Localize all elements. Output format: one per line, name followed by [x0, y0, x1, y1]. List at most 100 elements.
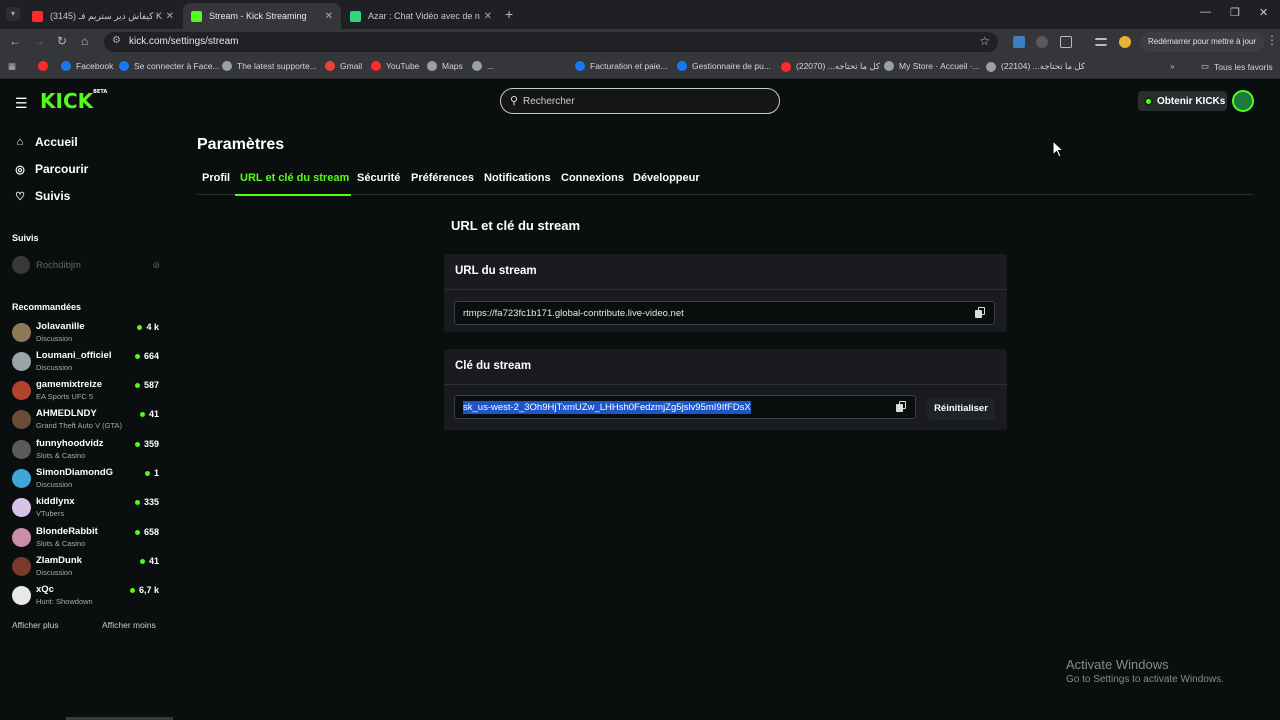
browser-tab-1[interactable]: (3145) كيفاش دير ستريم فـ Kick | ✕	[24, 3, 182, 29]
recommended-channel[interactable]: gamemixtreize EA Sports UFC 5 587	[12, 379, 160, 403]
youtube-icon	[38, 61, 48, 71]
close-tab-icon[interactable]: ✕	[166, 11, 174, 22]
avatar	[12, 256, 30, 274]
home-icon: ⌂	[16, 136, 24, 148]
close-tab-icon[interactable]: ✕	[325, 11, 333, 22]
forward-icon[interactable]: →	[33, 34, 45, 48]
show-more-link[interactable]: Afficher plus	[12, 620, 59, 630]
stream-key-value[interactable]: sk_us-west-2_3Oh9HjTxmUZw_LHHsh0FedzmjZg…	[463, 401, 751, 414]
live-dot-icon	[134, 441, 140, 447]
tab-title: (3145) كيفاش دير ستريم فـ Kick |	[50, 10, 162, 21]
sidebar-item-browse[interactable]: ◎ Parcourir	[13, 162, 88, 176]
browser-tab-3[interactable]: Azar : Chat Vidéo avec de nouv ✕	[342, 3, 500, 29]
recommended-channel[interactable]: xQc Hunt: Showdown 6,7 k	[12, 584, 160, 608]
sidebar-item-home[interactable]: ⌂ Accueil	[13, 135, 78, 149]
bookmark-item[interactable]: كل ما تحتاجه... (22070)	[781, 61, 880, 72]
tab-preferences[interactable]: Préférences	[411, 172, 474, 184]
recommended-channel[interactable]: AHMEDLNDY Grand Theft Auto V (GTA) 41	[12, 408, 160, 432]
extension-icon[interactable]	[1013, 36, 1025, 48]
live-dot-icon	[134, 499, 140, 505]
get-kicks-button[interactable]: Obtenir KICKs	[1138, 91, 1227, 111]
show-less-link[interactable]: Afficher moins	[102, 620, 156, 630]
tab-connections[interactable]: Connexions	[561, 172, 624, 184]
close-tab-icon[interactable]: ✕	[484, 11, 492, 22]
search-input[interactable]	[523, 93, 763, 109]
user-avatar[interactable]	[1232, 90, 1254, 112]
home-browser-icon[interactable]: ⌂	[81, 34, 88, 48]
section-title: URL et clé du stream	[451, 218, 581, 233]
reset-stream-key-button[interactable]: Réinitialiser	[927, 398, 995, 420]
stream-url-field[interactable]: rtmps://fa723fc1b171.global-contribute.l…	[454, 301, 995, 325]
globe-icon	[986, 61, 996, 72]
kick-favicon-icon	[191, 10, 202, 22]
bookmark-item[interactable]	[38, 61, 53, 71]
kick-logo[interactable]: KICKBETA	[40, 89, 107, 113]
close-window-icon[interactable]: ✕	[1259, 6, 1268, 19]
tab-security[interactable]: Sécurité	[357, 172, 400, 184]
tab-notifications[interactable]: Notifications	[484, 172, 551, 184]
search-bar[interactable]: ⚲	[500, 88, 780, 114]
copy-icon[interactable]	[896, 401, 907, 413]
card-title: Clé du stream	[444, 349, 1007, 385]
more-bookmarks-icon[interactable]: »	[1170, 61, 1175, 71]
recommended-channel[interactable]: funnyhoodvidz Slots & Casino 359	[12, 438, 160, 462]
channel-name: Loumani_officiel	[36, 350, 112, 361]
tab-stream-url-key[interactable]: URL et clé du stream	[240, 172, 349, 184]
bookmark-item[interactable]: كل ما تحتاجه... (22104)	[986, 61, 1085, 72]
bookmark-item[interactable]: Facturation et paie...	[575, 61, 668, 71]
tab-search-button[interactable]: ▾	[6, 7, 20, 21]
minimize-icon[interactable]: —	[1200, 6, 1211, 18]
address-bar[interactable]: ⚙ kick.com/settings/stream ☆	[104, 32, 998, 52]
bookmark-item[interactable]: Gmail	[325, 61, 362, 71]
bookmark-star-icon[interactable]: ☆	[979, 34, 990, 48]
bookmark-item[interactable]: Gestionnaire de pu...	[677, 61, 771, 71]
recommended-channel[interactable]: SimonDiamondG Discussion 1	[12, 467, 160, 491]
recommended-channel[interactable]: Jolavanille Discussion 4 k	[12, 321, 160, 345]
bookmark-item[interactable]: YouTube	[371, 61, 419, 71]
stream-url-value[interactable]: rtmps://fa723fc1b171.global-contribute.l…	[463, 308, 684, 319]
channel-category: VTubers	[36, 509, 65, 518]
profile-avatar-icon[interactable]	[1119, 36, 1131, 48]
bookmark-item[interactable]: My Store · Accueil ·...	[884, 61, 980, 71]
browser-menu-icon[interactable]: ⋮	[1266, 33, 1278, 47]
stream-key-field[interactable]: sk_us-west-2_3Oh9HjTxmUZw_LHHsh0FedzmjZg…	[454, 395, 916, 419]
apps-grid-icon[interactable]: ▦	[8, 61, 16, 72]
back-icon[interactable]: ←	[9, 34, 21, 48]
all-bookmarks-folder[interactable]: ▭ Tous les favoris	[1201, 61, 1273, 72]
recommended-channel[interactable]: kiddlynx VTubers 335	[12, 496, 160, 520]
site-info-icon[interactable]: ⚙	[112, 35, 121, 46]
reading-list-icon[interactable]	[1095, 38, 1107, 46]
bookmark-item[interactable]: Se connecter à Face...	[119, 61, 220, 71]
viewer-count: 4 k	[137, 322, 159, 332]
recommended-channel[interactable]: BlondeRabbit Slots & Casino 658	[12, 526, 160, 550]
stream-url-card: URL du stream rtmps://fa723fc1b171.globa…	[444, 254, 1007, 332]
browser-tab-2[interactable]: Stream - Kick Streaming ✕	[183, 3, 341, 29]
recommended-channel[interactable]: Loumani_officiel Discussion 664	[12, 350, 160, 374]
tab-profile[interactable]: Profil	[202, 172, 230, 184]
bookmark-item[interactable]: ...	[472, 61, 494, 71]
avatar	[12, 440, 31, 459]
restore-icon[interactable]: ❐	[1230, 6, 1240, 19]
address-url[interactable]: kick.com/settings/stream	[129, 36, 238, 47]
extensions-puzzle-icon[interactable]	[1060, 36, 1072, 48]
tabs-divider	[197, 194, 1253, 195]
reload-icon[interactable]: ↻	[57, 34, 67, 48]
live-dot-icon	[134, 382, 140, 388]
bookmark-item[interactable]: Maps	[427, 61, 463, 71]
bookmark-item[interactable]: The latest supporte...	[222, 61, 317, 71]
link-extension-icon[interactable]	[1036, 36, 1048, 48]
windows-activation-watermark: Activate Windows Go to Settings to activ…	[1066, 657, 1224, 685]
sidebar-item-following[interactable]: ♡ Suivis	[13, 189, 70, 203]
tab-developer[interactable]: Développeur	[633, 172, 700, 184]
viewer-count: 359	[134, 439, 159, 449]
menu-hamburger-icon[interactable]: ☰	[15, 95, 28, 112]
copy-icon[interactable]	[975, 307, 986, 319]
new-tab-button[interactable]: +	[505, 6, 513, 22]
youtube-favicon-icon	[32, 10, 43, 22]
recommended-channel[interactable]: ZlamDunk Discussion 41	[12, 555, 160, 579]
bookmark-item[interactable]: Facebook	[61, 61, 113, 71]
meta-icon	[575, 61, 585, 71]
restart-to-update-button[interactable]: Redémarrer pour mettre à jour	[1140, 32, 1264, 52]
followed-channel[interactable]: Rochdibjm ⊘	[12, 256, 160, 274]
channel-category: Slots & Casino	[36, 539, 86, 548]
